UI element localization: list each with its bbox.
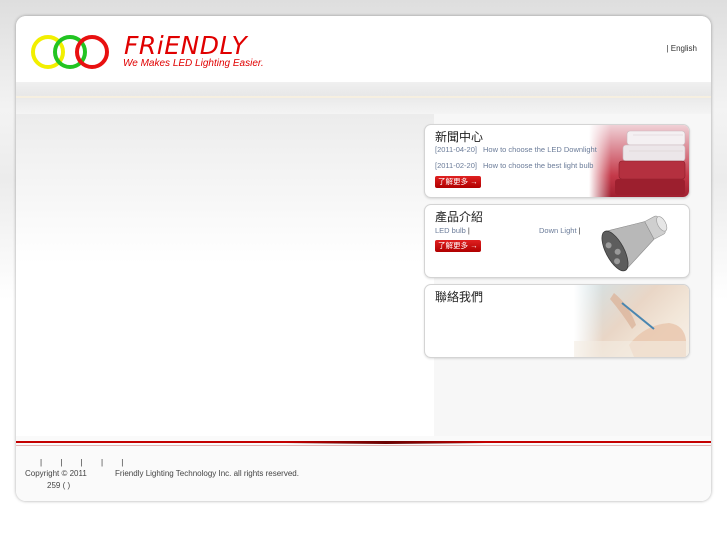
- logo-wordmark: FRiENDLY: [124, 31, 248, 60]
- products-card: 產品介紹 LED bulb | Down Light | 了解更多 →: [424, 204, 690, 278]
- footer-nav-separator: |: [100, 458, 104, 467]
- friendly-logo[interactable]: FRiENDLY We Makes LED Lighting Easier.: [30, 30, 270, 76]
- copyright-text: Copyright © 2011: [25, 469, 87, 478]
- company-text: Friendly Lighting Technology Inc. all ri…: [115, 469, 299, 478]
- footer-nav-separator: |: [40, 458, 43, 467]
- writing-hands-image: [574, 285, 689, 357]
- footer-nav-separator: |: [121, 458, 124, 467]
- product-label[interactable]: LED bulb: [435, 226, 466, 235]
- footer-nav-separator: |: [80, 458, 83, 467]
- contact-title: 聯絡我們: [435, 290, 484, 304]
- footer-nav: | | | | |: [40, 458, 139, 467]
- news-item[interactable]: [2011-02-20] How to choose the best light…: [435, 161, 593, 170]
- product-separator: |: [578, 226, 581, 235]
- news-date: [2011-02-20]: [435, 161, 477, 170]
- top-band: [16, 82, 711, 114]
- footer-rule-thin: [16, 445, 711, 446]
- copyright-line: Copyright © 2011 Friendly Lighting Techn…: [25, 469, 299, 478]
- header: FRiENDLY We Makes LED Lighting Easier. |…: [16, 16, 711, 82]
- logo-rings-icon: [31, 35, 109, 69]
- footer: | | | | | Copyright © 2011 Friendly Ligh…: [16, 436, 711, 501]
- products-title: 產品介紹: [435, 210, 484, 224]
- footer-rule-highlight: [286, 441, 486, 444]
- language-switch: | English: [666, 44, 697, 53]
- news-title: 新聞中心: [435, 130, 484, 144]
- news-item-title[interactable]: How to choose the LED Downlight: [483, 145, 597, 154]
- product-label[interactable]: Down Light: [539, 226, 577, 235]
- product-link-led-bulb[interactable]: LED bulb |: [435, 226, 470, 235]
- product-link-down-light[interactable]: Down Light |: [539, 226, 580, 235]
- news-date: [2011-04-20]: [435, 145, 477, 154]
- english-link[interactable]: English: [671, 44, 697, 53]
- band-divider: [16, 96, 711, 98]
- binders-image: [589, 125, 689, 197]
- news-item[interactable]: [2011-04-20] How to choose the LED Downli…: [435, 145, 597, 154]
- language-separator: |: [666, 44, 669, 53]
- contact-card[interactable]: 聯絡我們: [424, 284, 690, 358]
- main-content-area: [16, 114, 434, 436]
- news-card: 新聞中心 [2011-04-20] How to choose the LED D…: [424, 124, 690, 198]
- footer-nav-separator: |: [60, 458, 63, 467]
- led-bulb-image: [601, 215, 668, 272]
- news-more-button[interactable]: 了解更多 →: [435, 176, 481, 188]
- address-text: 259 ( ): [47, 481, 71, 490]
- product-separator: |: [467, 226, 470, 235]
- logo-tagline: We Makes LED Lighting Easier.: [123, 58, 264, 69]
- products-more-button[interactable]: 了解更多 →: [435, 240, 481, 252]
- news-item-title[interactable]: How to choose the best light bulb: [483, 161, 594, 170]
